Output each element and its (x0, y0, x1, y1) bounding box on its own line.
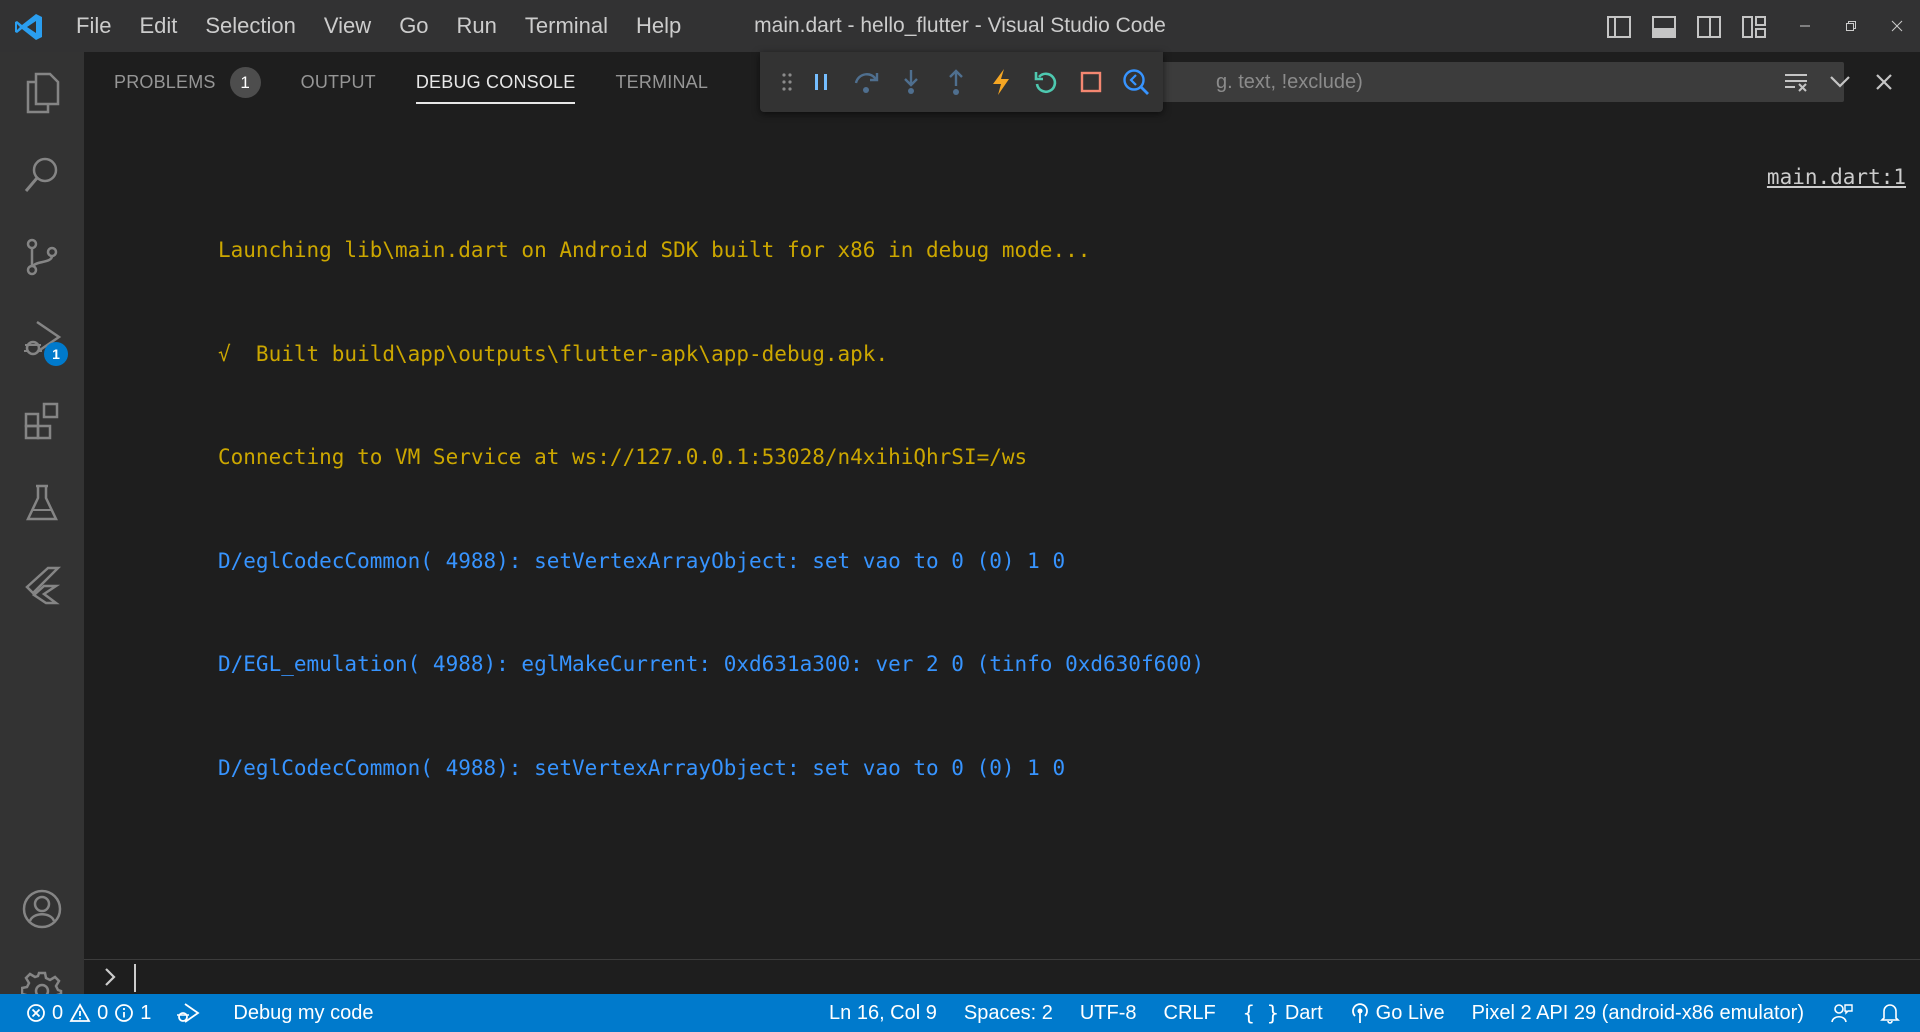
panel: PROBLEMS 1 OUTPUT DEBUG CONSOLE TERMINAL… (84, 52, 1920, 994)
close-window-icon[interactable] (1874, 0, 1920, 52)
accounts-icon[interactable] (0, 868, 84, 950)
activity-bar: 1 (0, 52, 84, 1012)
menu-bar: File Edit Selection View Go Run Terminal… (62, 0, 695, 52)
close-panel-icon[interactable] (1866, 64, 1902, 100)
warning-count: 0 (97, 1001, 109, 1024)
line-ending[interactable]: CRLF (1164, 994, 1216, 1032)
toggle-secondary-sidebar-icon[interactable] (1692, 10, 1725, 43)
tab-problems[interactable]: PROBLEMS 1 (114, 52, 261, 112)
hot-restart-icon[interactable] (1023, 60, 1068, 105)
menu-file[interactable]: File (62, 0, 125, 52)
menu-help[interactable]: Help (622, 0, 695, 52)
go-live-label: Go Live (1375, 1001, 1445, 1024)
error-icon (27, 1004, 45, 1022)
braces-icon: { } (1242, 1001, 1279, 1025)
console-line: Connecting to VM Service at ws://127.0.0… (218, 445, 1028, 469)
debug-console-output: Launching lib\main.dart on Android SDK b… (218, 164, 1204, 854)
encoding[interactable]: UTF-8 (1080, 994, 1137, 1032)
tab-output[interactable]: OUTPUT (301, 52, 376, 112)
menu-selection[interactable]: Selection (191, 0, 310, 52)
info-icon (115, 1004, 134, 1022)
clear-console-icon[interactable] (1778, 64, 1814, 100)
menu-terminal[interactable]: Terminal (511, 0, 622, 52)
toggle-panel-icon[interactable] (1647, 10, 1680, 43)
search-icon[interactable] (0, 134, 84, 216)
debug-status-icon[interactable] (175, 994, 201, 1032)
pause-icon[interactable] (798, 60, 843, 105)
debug-config-label[interactable]: Debug my code (233, 994, 373, 1032)
minimize-icon[interactable] (1782, 0, 1828, 52)
toggle-primary-sidebar-icon[interactable] (1602, 10, 1635, 43)
stop-icon[interactable] (1068, 60, 1113, 105)
debug-toolbar (760, 52, 1163, 112)
console-input[interactable] (84, 960, 1920, 994)
chevron-down-icon[interactable] (1822, 64, 1858, 100)
source-location-link[interactable]: main.dart:1 (1767, 165, 1906, 189)
device-selector[interactable]: Pixel 2 API 29 (android-x86 emulator) (1472, 994, 1804, 1032)
menu-edit[interactable]: Edit (125, 0, 191, 52)
tab-problems-label: PROBLEMS (114, 72, 216, 92)
console-line: √ Built build\app\outputs\flutter-apk\ap… (218, 341, 889, 366)
problems-count-badge: 1 (229, 66, 261, 98)
text-cursor (134, 964, 136, 992)
tab-terminal[interactable]: TERMINAL (615, 52, 708, 112)
hot-reload-icon[interactable] (978, 60, 1023, 105)
debug-badge: 1 (44, 342, 68, 366)
info-count: 1 (140, 1001, 152, 1024)
menu-view[interactable]: View (310, 0, 385, 52)
customize-layout-icon[interactable] (1737, 10, 1770, 43)
language-mode[interactable]: { } Dart (1243, 994, 1323, 1032)
testing-icon[interactable] (0, 462, 84, 544)
go-live-button[interactable]: Go Live (1350, 994, 1445, 1032)
drag-grip-icon[interactable] (776, 60, 798, 105)
console-line: D/eglCodecCommon( 4988): setVertexArrayO… (218, 755, 1066, 780)
step-into-icon[interactable] (888, 60, 933, 105)
source-control-icon[interactable] (0, 216, 84, 298)
language-label: Dart (1284, 1001, 1323, 1024)
error-count: 0 (52, 1001, 64, 1024)
chevron-right-icon (102, 966, 118, 988)
step-over-icon[interactable] (843, 60, 888, 105)
explorer-icon[interactable] (0, 52, 84, 134)
status-bar: 0 0 1 Debug my code Ln 16, Col 9 Spaces:… (0, 994, 1920, 1032)
console-line: D/EGL_emulation( 4988): eglMakeCurrent: … (218, 652, 1205, 676)
extensions-icon[interactable] (0, 380, 84, 462)
devtools-icon[interactable] (1113, 60, 1158, 105)
broadcast-icon (1351, 1003, 1368, 1023)
cursor-position[interactable]: Ln 16, Col 9 (829, 994, 937, 1032)
problems-status[interactable]: 0 0 1 (26, 994, 151, 1032)
indentation[interactable]: Spaces: 2 (964, 994, 1053, 1032)
console-line: Launching lib\main.dart on Android SDK b… (218, 238, 1091, 262)
warning-icon (69, 1003, 91, 1022)
console-line: D/eglCodecCommon( 4988): setVertexArrayO… (218, 548, 1066, 573)
vscode-logo-icon (14, 12, 44, 42)
flutter-icon[interactable] (0, 544, 84, 626)
panel-tabs: PROBLEMS 1 OUTPUT DEBUG CONSOLE TERMINAL (84, 52, 748, 112)
feedback-icon[interactable] (1831, 994, 1853, 1032)
step-out-icon[interactable] (933, 60, 978, 105)
menu-go[interactable]: Go (385, 0, 442, 52)
filter-placeholder: g. text, !exclude) (1216, 71, 1363, 93)
run-debug-icon[interactable]: 1 (0, 298, 84, 380)
title-bar: File Edit Selection View Go Run Terminal… (0, 0, 1920, 52)
menu-run[interactable]: Run (443, 0, 511, 52)
notifications-bell-icon[interactable] (1880, 994, 1900, 1032)
console-filter-input[interactable]: g. text, !exclude) (1144, 62, 1844, 102)
tab-debug-console[interactable]: DEBUG CONSOLE (415, 52, 576, 112)
restore-icon[interactable] (1828, 0, 1874, 52)
